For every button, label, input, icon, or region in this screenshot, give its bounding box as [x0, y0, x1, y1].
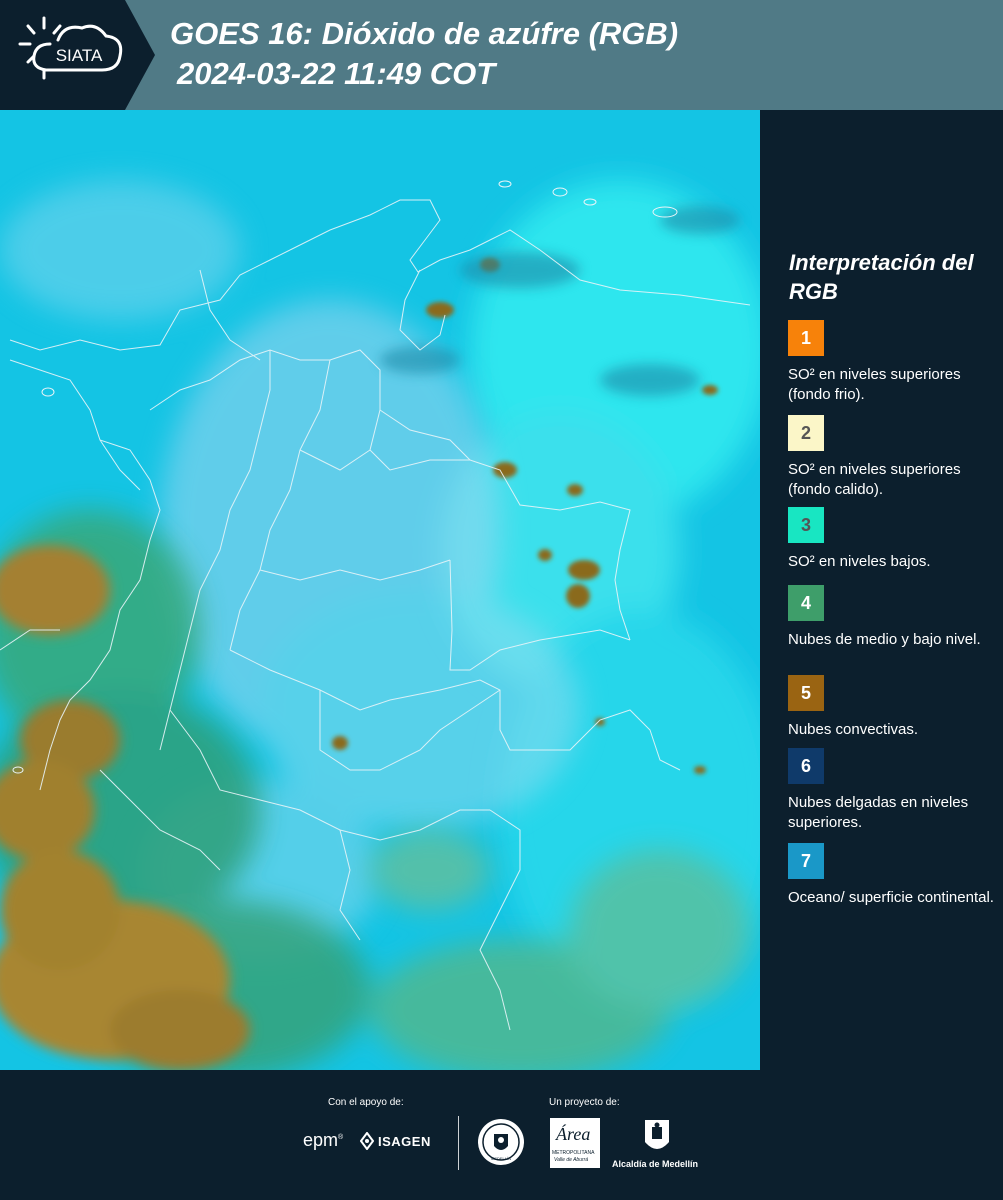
legend-item: 2 SO² en niveles superiores (fondo calido…	[788, 415, 998, 500]
divider	[458, 1116, 459, 1170]
page-title: GOES 16: Dióxido de azúfre (RGB) 2024-03-…	[170, 14, 678, 94]
legend-swatch: 5	[788, 675, 824, 711]
legend-swatch: 1	[788, 320, 824, 356]
seal-text: MEDELLÍN	[490, 1156, 511, 1161]
isagen-logo: ISAGEN	[360, 1132, 442, 1152]
legend-label: SO² en niveles superiores (fondo frio).	[788, 366, 961, 403]
legend-label: Nubes de medio y bajo nivel.	[788, 631, 981, 648]
legend-swatch: 6	[788, 748, 824, 784]
legend-label: SO² en niveles superiores (fondo calido)…	[788, 461, 961, 498]
legend-title: Interpretación del RGB	[789, 250, 974, 304]
epm-logo: epm®	[303, 1130, 344, 1150]
legend-swatch: 3	[788, 507, 824, 543]
alcaldia-logo-text: Alcaldía de Medellín	[612, 1159, 699, 1169]
medellin-seal-logo: MEDELLÍN	[477, 1118, 525, 1166]
legend-item: 3 SO² en niveles bajos.	[788, 507, 998, 592]
siata-logo-text: SIATA	[56, 46, 103, 65]
legend-item: 1 SO² en niveles superiores (fondo frio).	[788, 320, 998, 405]
area-logo-word: Área	[556, 1124, 591, 1144]
legend-item: 6 Nubes delgadas en niveles superiores.	[788, 748, 998, 833]
legend-label: Oceano/ superficie continental.	[788, 889, 994, 906]
project-label: Un proyecto de:	[549, 1097, 620, 1108]
header: SIATA GOES 16: Dióxido de azúfre (RGB) 20…	[0, 0, 1003, 110]
title-line-2: 2024-03-22 11:49 COT	[177, 56, 496, 91]
legend-swatch: 2	[788, 415, 824, 451]
area-logo-sub2: Valle de Aburrá	[554, 1157, 589, 1163]
satellite-map	[0, 110, 760, 1070]
isagen-mark-icon	[360, 1132, 374, 1150]
epm-logo-text: epm	[303, 1130, 339, 1150]
alcaldia-shield-icon	[643, 1118, 671, 1156]
area-metropolitana-logo: Área METROPOLITANA Valle de Aburrá	[550, 1118, 600, 1168]
isagen-logo-text: ISAGEN	[378, 1134, 431, 1149]
legend-item: 4 Nubes de medio y bajo nivel.	[788, 585, 998, 670]
siata-logo: SIATA	[0, 0, 155, 110]
legend-swatch: 7	[788, 843, 824, 879]
support-label: Con el apoyo de:	[328, 1097, 404, 1108]
legend-item: 7 Oceano/ superficie continental.	[788, 843, 998, 928]
area-logo-sub1: METROPOLITANA	[552, 1150, 595, 1156]
legend-swatch: 4	[788, 585, 824, 621]
legend-label: Nubes delgadas en niveles superiores.	[788, 794, 969, 831]
footer: Con el apoyo de: Un proyecto de: epm® IS…	[0, 1070, 1003, 1200]
title-line-1: GOES 16: Dióxido de azúfre (RGB)	[170, 16, 679, 51]
legend-panel: Interpretación del RGB 1 SO² en niveles s…	[760, 110, 1003, 1070]
